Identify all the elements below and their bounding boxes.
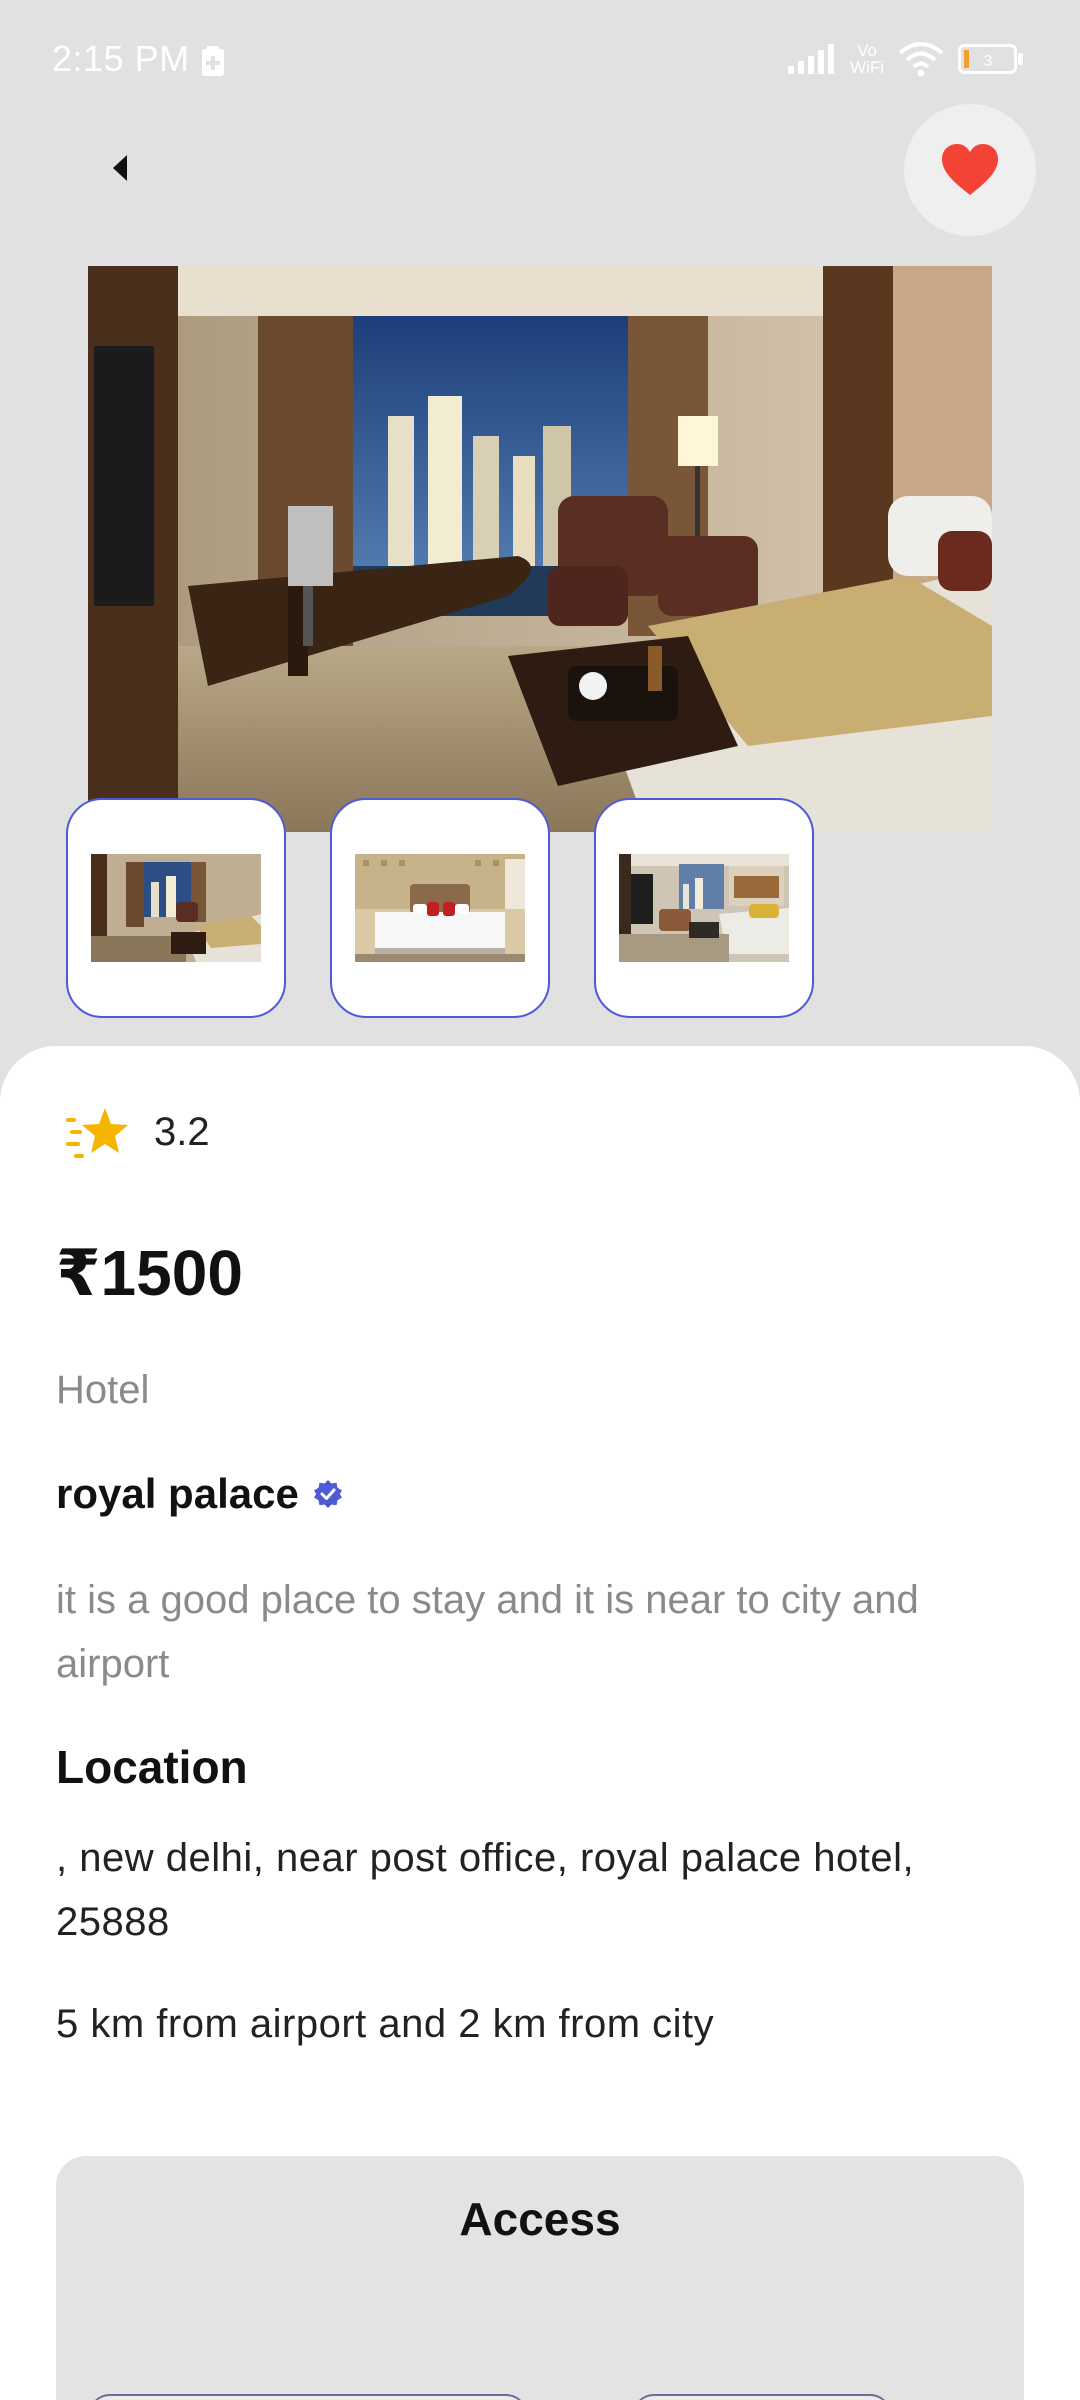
hotel-name: royal palace [56,1470,299,1517]
thumbnail-3[interactable] [594,798,814,1018]
vowifi-icon: Vo WiFi [850,41,884,77]
access-option[interactable] [88,2394,528,2400]
battery-saver-icon [202,46,224,76]
hotel-description: it is a good place to stay and it is nea… [56,1578,919,1686]
hotel-main-image [88,266,992,832]
status-icons: Vo WiFi 3 [788,38,1024,80]
signal-icon [788,44,835,74]
thumbnail-image [619,854,789,962]
status-bar: 2:15 PM Vo WiFi 3 [0,0,1080,120]
hotel-name-row: royal palace [56,1470,343,1518]
hotel-room-illustration [88,266,992,832]
rating-row: 3.2 [66,1102,210,1162]
status-time: 2:15 PM [52,38,190,79]
thumbnail-2[interactable] [330,798,550,1018]
hotel-address: , new delhi, near post office, royal pal… [56,1836,915,1944]
favorite-button[interactable] [904,104,1036,236]
location-heading: Location [56,1741,248,1793]
property-category: Hotel [56,1368,150,1412]
thumbnail-image [91,854,261,962]
thumbnail-1[interactable] [66,798,286,1018]
thumbnail-image [355,854,525,962]
access-card: Access [56,2156,1024,2400]
access-title: Access [459,2193,621,2245]
heart-icon [942,144,998,195]
rating-value: 3.2 [154,1109,210,1154]
access-option[interactable] [632,2394,892,2400]
svg-text:3: 3 [984,53,993,70]
back-button[interactable] [92,140,148,196]
back-arrow-icon [113,155,127,181]
wifi-icon [898,42,944,77]
verified-badge-icon [313,1480,342,1508]
price: ₹1500 [56,1237,243,1309]
fast-star-icon [66,1108,128,1158]
distance-info: 5 km from airport and 2 km from city [56,2002,715,2046]
battery-icon: 3 [958,44,1023,74]
